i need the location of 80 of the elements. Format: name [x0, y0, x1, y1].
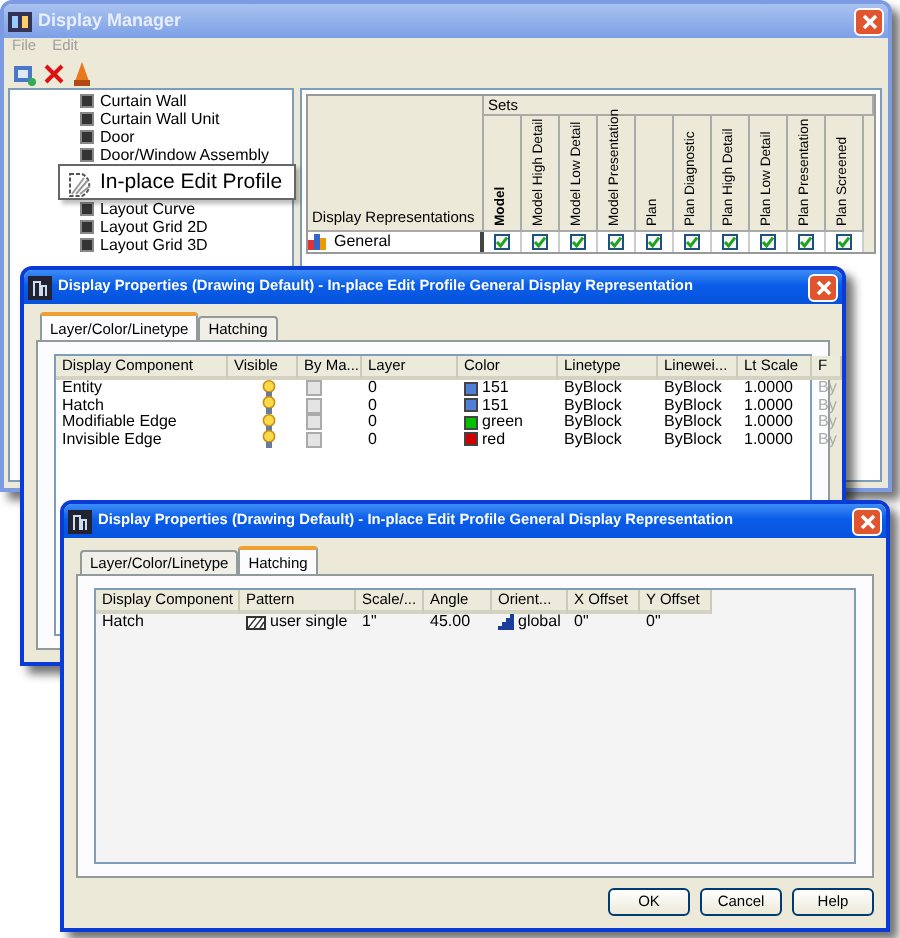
table-cell-text: ByBlock: [562, 397, 624, 414]
checkbox[interactable]: [532, 234, 548, 250]
check-icon: [684, 234, 700, 250]
table-cell-text: ByBlock: [662, 431, 724, 448]
table-cell-text: 0": [644, 614, 663, 631]
tree-item[interactable]: Layout Curve: [100, 199, 196, 219]
table-cell-text: 1.0000: [742, 380, 795, 397]
tree-item[interactable]: Layout Grid 2D: [100, 217, 208, 237]
checkbox[interactable]: [798, 234, 814, 250]
table-cell-text: 1": [360, 614, 379, 631]
checkbox[interactable]: [836, 234, 852, 250]
table-cell: global: [518, 614, 561, 631]
tree-item[interactable]: Curtain Wall Unit: [100, 109, 220, 129]
check-icon: [646, 234, 662, 250]
tree-item[interactable]: Curtain Wall: [100, 91, 187, 111]
table-cell-text: Hatch: [100, 614, 146, 631]
checkbox[interactable]: [306, 414, 322, 431]
table-cell: user single: [270, 614, 348, 631]
table-cell-text: Entity: [60, 380, 105, 397]
checkbox[interactable]: [684, 234, 700, 250]
table-cell-text: 0: [366, 431, 379, 448]
table-cell-text: ByBlock: [562, 380, 624, 397]
check-icon: [532, 234, 548, 250]
row-label: General: [334, 232, 391, 252]
close-button[interactable]: [854, 7, 884, 35]
table-cell-text: 1.0000: [742, 414, 795, 431]
cone-icon: [72, 61, 92, 85]
table-cell-text: Modifiable Edge: [60, 414, 179, 431]
color-name: 151: [482, 397, 509, 414]
close-button[interactable]: [852, 507, 882, 535]
tree-item[interactable]: Door: [100, 127, 135, 147]
checkbox[interactable]: [646, 234, 662, 250]
table-cell-text: ByBlock: [562, 431, 624, 448]
table-cell-text: ByBlock: [562, 414, 624, 431]
check-icon: [836, 234, 852, 250]
check-icon: [570, 234, 586, 250]
checkbox[interactable]: [570, 234, 586, 250]
orientation-icon: [498, 614, 514, 631]
close-button[interactable]: [808, 273, 838, 301]
close-icon: [859, 513, 875, 529]
checkbox[interactable]: [306, 397, 322, 414]
checkbox[interactable]: [306, 431, 322, 448]
close-icon: [815, 279, 831, 295]
check-icon: [494, 234, 510, 250]
table-cell-text: 0: [366, 414, 379, 431]
tree-item[interactable]: Layout Grid 3D: [100, 235, 208, 255]
table-cell-text: 0": [572, 614, 591, 631]
window-title: Display Manager: [38, 10, 184, 32]
checkbox[interactable]: [494, 234, 510, 250]
table-cell-text: ByBlock: [662, 380, 724, 397]
checkbox[interactable]: [722, 234, 738, 250]
color-name: red: [482, 431, 506, 448]
color-name: 151: [482, 380, 509, 397]
color-name: green: [482, 414, 523, 431]
tooltip-text: In-place Edit Profile: [100, 169, 283, 195]
app-icon: [28, 275, 52, 299]
table-cell-text: Invisible Edge: [60, 431, 162, 448]
check-icon: [760, 234, 776, 250]
app-icon: [8, 9, 32, 33]
check-icon: [722, 234, 738, 250]
checkbox[interactable]: [608, 234, 624, 250]
checkbox[interactable]: [760, 234, 776, 250]
table-cell-text: ByBlock: [662, 397, 724, 414]
table-cell-text: 1.0000: [742, 431, 795, 448]
representation-icon: [308, 234, 326, 250]
checkbox[interactable]: [306, 380, 322, 397]
table-cell-text: 45.00: [428, 614, 473, 631]
check-icon: [608, 234, 624, 250]
window-icon: [12, 61, 36, 85]
close-icon: [861, 13, 877, 29]
check-icon: [798, 234, 814, 250]
table-cell-text: ByBlock: [662, 414, 724, 431]
table-cell-text: 0: [366, 397, 379, 414]
tree-item[interactable]: Door/Window Assembly: [100, 145, 269, 165]
table-cell-text: 1.0000: [742, 397, 795, 414]
hatch-pattern-icon: [246, 615, 266, 630]
delete-icon: [44, 63, 64, 83]
table-cell-text: 0: [366, 380, 379, 397]
table-cell-text: Hatch: [60, 397, 106, 414]
app-icon: [68, 509, 92, 533]
